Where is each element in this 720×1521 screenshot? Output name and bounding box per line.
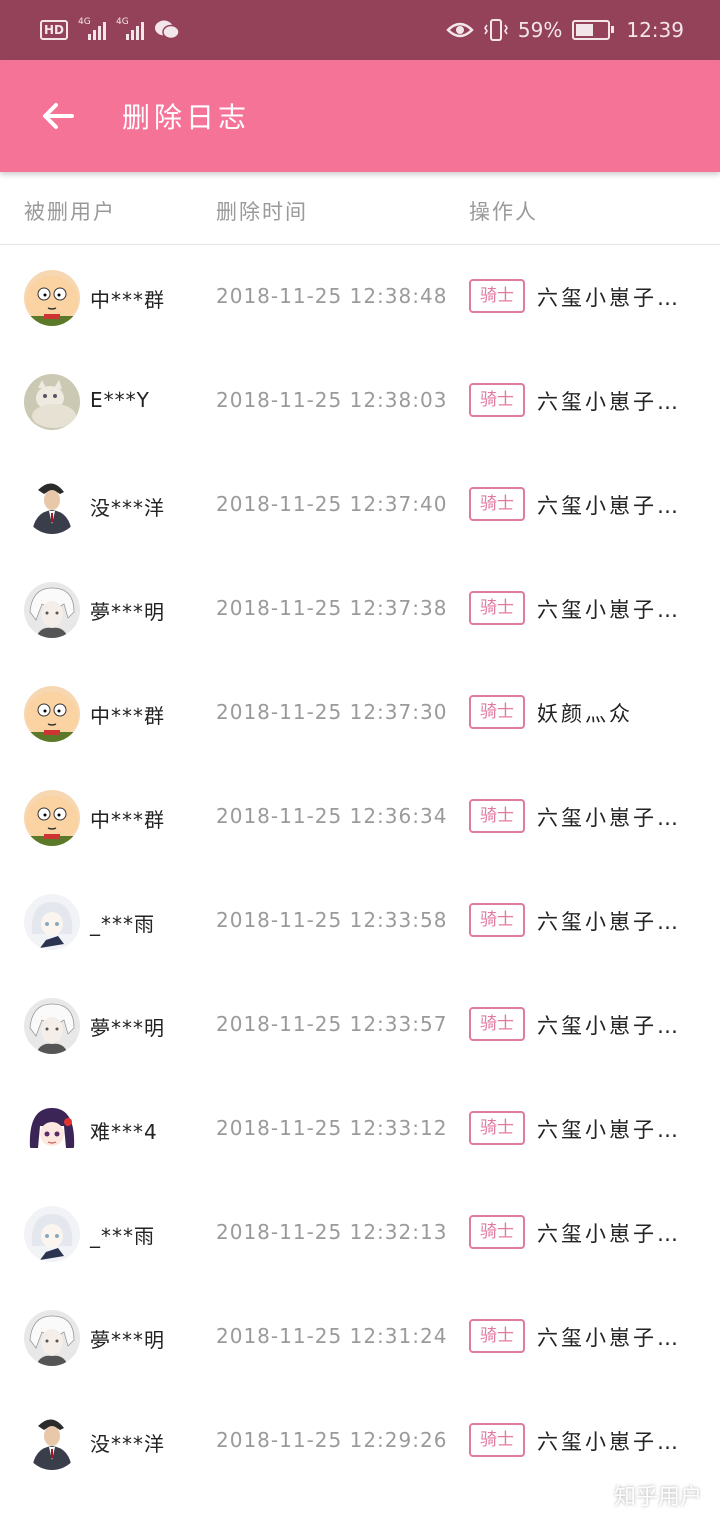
deletion-time: 2018-11-25 12:38:48 (216, 284, 448, 308)
avatar[interactable] (24, 270, 80, 326)
deletion-time: 2018-11-25 12:36:34 (216, 804, 448, 828)
log-row[interactable]: 难***4 2018-11-25 12:33:12 骑士 六玺小崽子… (0, 1078, 720, 1182)
role-badge: 骑士 (469, 695, 525, 729)
status-bar: HD 4G 4G 59% 12:39 (0, 0, 720, 60)
deleted-user-name[interactable]: 夢***明 (90, 596, 165, 625)
avatar[interactable] (24, 998, 80, 1054)
operator-name[interactable]: 六玺小崽子… (537, 594, 681, 624)
deleted-user-name[interactable]: 中***群 (90, 284, 165, 313)
operator-name[interactable]: 六玺小崽子… (537, 1114, 681, 1144)
operator-name[interactable]: 六玺小崽子… (537, 906, 681, 936)
operator-name[interactable]: 妖颜灬众 (537, 698, 633, 728)
operator-name[interactable]: 六玺小崽子… (537, 802, 681, 832)
log-row[interactable]: _***雨 2018-11-25 12:32:13 骑士 六玺小崽子… (0, 1182, 720, 1286)
deleted-user-name[interactable]: 没***洋 (90, 1428, 165, 1457)
vibrate-icon (483, 19, 508, 41)
deleted-user-name[interactable]: 夢***明 (90, 1012, 165, 1041)
avatar[interactable] (24, 582, 80, 638)
clock: 12:39 (626, 18, 684, 42)
eye-icon (446, 22, 474, 38)
avatar[interactable] (24, 1310, 80, 1366)
deleted-user-name[interactable]: _***雨 (90, 1220, 155, 1249)
hd-icon: HD (40, 20, 69, 40)
deletion-time: 2018-11-25 12:29:26 (216, 1428, 448, 1452)
column-header-operator: 操作人 (469, 200, 538, 224)
battery-percent: 59% (517, 18, 563, 42)
deletion-time: 2018-11-25 12:38:03 (216, 388, 448, 412)
role-badge: 骑士 (469, 1111, 525, 1145)
deleted-user-name[interactable]: 中***群 (90, 804, 165, 833)
avatar[interactable] (24, 790, 80, 846)
status-bar-right: 59% 12:39 (446, 18, 684, 42)
watermark: 知乎用户 (613, 1485, 702, 1510)
role-badge: 骑士 (469, 383, 525, 417)
back-arrow-icon[interactable] (38, 96, 78, 136)
log-row[interactable]: 中***群 2018-11-25 12:38:48 骑士 六玺小崽子… (0, 246, 720, 350)
deleted-user-name[interactable]: 中***群 (90, 700, 165, 729)
deletion-time: 2018-11-25 12:37:30 (216, 700, 448, 724)
deletion-time: 2018-11-25 12:32:13 (216, 1220, 448, 1244)
column-header-time: 删除时间 (216, 200, 308, 224)
deleted-user-name[interactable]: 没***洋 (90, 492, 165, 521)
deleted-user-name[interactable]: 难***4 (90, 1116, 158, 1145)
signal-icon: 4G (116, 17, 145, 40)
log-row[interactable]: 夢***明 2018-11-25 12:37:38 骑士 六玺小崽子… (0, 558, 720, 662)
log-row[interactable]: _***雨 2018-11-25 12:33:58 骑士 六玺小崽子… (0, 870, 720, 974)
log-row[interactable]: 夢***明 2018-11-25 12:31:24 骑士 六玺小崽子… (0, 1286, 720, 1390)
role-badge: 骑士 (469, 1215, 525, 1249)
role-badge: 骑士 (469, 1319, 525, 1353)
log-row[interactable]: 没***洋 2018-11-25 12:29:26 骑士 六玺小崽子… (0, 1390, 720, 1494)
log-row[interactable]: 中***群 2018-11-25 12:36:34 骑士 六玺小崽子… (0, 766, 720, 870)
avatar[interactable] (24, 1206, 80, 1262)
signal-icon: 4G (78, 17, 107, 40)
status-bar-left: HD 4G 4G (40, 17, 180, 41)
avatar[interactable] (24, 1102, 80, 1158)
log-row[interactable]: E***Y 2018-11-25 12:38:03 骑士 六玺小崽子… (0, 350, 720, 454)
battery-icon (572, 20, 615, 40)
log-row[interactable]: 没***洋 2018-11-25 12:37:40 骑士 六玺小崽子… (0, 454, 720, 558)
page-title: 删除日志 (122, 101, 251, 134)
avatar[interactable] (24, 894, 80, 950)
role-badge: 骑士 (469, 487, 525, 521)
role-badge: 骑士 (469, 1423, 525, 1457)
deletion-time: 2018-11-25 12:33:58 (216, 908, 448, 932)
deletion-time: 2018-11-25 12:37:40 (216, 492, 448, 516)
deleted-user-name[interactable]: 夢***明 (90, 1324, 165, 1353)
operator-name[interactable]: 六玺小崽子… (537, 1218, 681, 1248)
log-row[interactable]: 中***群 2018-11-25 12:37:30 骑士 妖颜灬众 (0, 662, 720, 766)
wechat-icon (155, 20, 180, 40)
operator-name[interactable]: 六玺小崽子… (537, 282, 681, 312)
role-badge: 骑士 (469, 591, 525, 625)
column-header: 被删用户 删除时间 操作人 (0, 172, 720, 245)
role-badge: 骑士 (469, 279, 525, 313)
avatar[interactable] (24, 1414, 80, 1470)
deletion-time: 2018-11-25 12:33:57 (216, 1012, 448, 1036)
operator-name[interactable]: 六玺小崽子… (537, 386, 681, 416)
avatar[interactable] (24, 374, 80, 430)
role-badge: 骑士 (469, 903, 525, 937)
operator-name[interactable]: 六玺小崽子… (537, 490, 681, 520)
deletion-time: 2018-11-25 12:37:38 (216, 596, 448, 620)
column-header-user: 被删用户 (24, 200, 116, 224)
avatar[interactable] (24, 686, 80, 742)
deleted-user-name[interactable]: _***雨 (90, 908, 155, 937)
deletion-time: 2018-11-25 12:31:24 (216, 1324, 448, 1348)
role-badge: 骑士 (469, 1007, 525, 1041)
app-bar: 删除日志 (0, 60, 720, 172)
avatar[interactable] (24, 478, 80, 534)
log-row[interactable]: 夢***明 2018-11-25 12:33:57 骑士 六玺小崽子… (0, 974, 720, 1078)
operator-name[interactable]: 六玺小崽子… (537, 1322, 681, 1352)
operator-name[interactable]: 六玺小崽子… (537, 1426, 681, 1456)
operator-name[interactable]: 六玺小崽子… (537, 1010, 681, 1040)
deletion-time: 2018-11-25 12:33:12 (216, 1116, 448, 1140)
deleted-user-name[interactable]: E***Y (90, 388, 150, 412)
role-badge: 骑士 (469, 799, 525, 833)
